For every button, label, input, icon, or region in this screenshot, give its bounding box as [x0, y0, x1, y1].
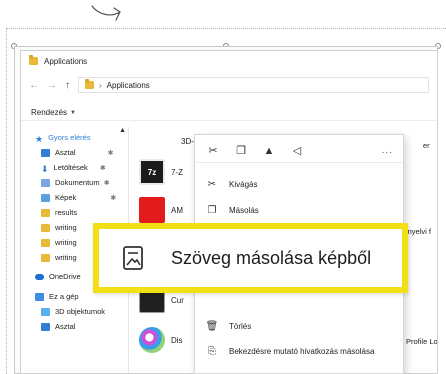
sidebar-item-label: Asztal: [55, 322, 76, 331]
pictures-icon: [41, 193, 50, 202]
list-item[interactable]: 3D-: [181, 137, 194, 146]
trash-icon: 🗑: [205, 320, 219, 332]
scribble-arrow-icon: [91, 5, 121, 21]
menu-item-label: Kivágás: [229, 179, 258, 189]
file-name: AM: [171, 205, 183, 215]
pin-icon[interactable]: ✱: [104, 179, 110, 187]
cube-icon: [41, 307, 50, 316]
desktop-icon: [41, 148, 50, 157]
path-separator-icon: ›: [99, 80, 102, 90]
folder-icon: [41, 253, 50, 262]
sidebar-item-label: 3D objektumok: [55, 307, 106, 316]
file-name-partial: Profile Loa: [406, 337, 438, 346]
folder-icon: [41, 223, 50, 232]
list-item[interactable]: AM: [139, 197, 183, 223]
sidebar-item-3d-objects[interactable]: 3D objektumok: [41, 305, 105, 318]
sidebar-item-quick-access[interactable]: ★ Gyors elérés: [35, 131, 91, 144]
file-name: 3D-: [181, 137, 194, 146]
share-icon[interactable]: ◁: [287, 144, 307, 157]
address-bar: ← → ↑ › Applications: [21, 75, 437, 95]
sidebar-item-label: Ez a gép: [49, 292, 79, 301]
pc-icon: [35, 292, 44, 301]
copy-icon: ❐: [207, 204, 217, 216]
sidebar-item-this-pc[interactable]: Ez a gép: [35, 290, 79, 303]
forward-arrow-icon[interactable]: →: [47, 80, 57, 91]
menu-item-copy[interactable]: ❐ Másolás: [195, 199, 403, 221]
sidebar-item-desktop[interactable]: Asztal ✱: [41, 146, 113, 159]
pin-icon[interactable]: ✱: [100, 164, 106, 172]
context-quick-actions: ✂ ❐ ▲ ◁ ...: [195, 139, 403, 163]
copy-icon[interactable]: ❐: [231, 144, 251, 157]
disk-app-icon: [139, 327, 165, 353]
file-name: 7-Z: [171, 167, 183, 177]
callout-label: Szöveg másolása képből: [171, 247, 372, 268]
sidebar-item-label: Gyors elérés: [48, 133, 91, 142]
desktop-icon: [41, 322, 50, 331]
folder-icon: [29, 55, 38, 65]
list-item[interactable]: Dis: [139, 327, 183, 353]
path-box[interactable]: › Applications: [78, 77, 429, 93]
breadcrumb-applications[interactable]: Applications: [107, 81, 150, 90]
ribbon: Rendezés ▼: [21, 105, 437, 121]
folder-icon: [41, 238, 50, 247]
sort-menu-button[interactable]: Rendezés: [31, 108, 67, 117]
more-options-icon[interactable]: ...: [382, 145, 393, 156]
folder-icon: [85, 79, 94, 89]
rename-icon[interactable]: ▲: [259, 145, 279, 157]
archive-app-icon: 7z: [139, 159, 165, 185]
menu-item-copy-link[interactable]: ⎘ Bekezdésre mutató hivatkozás másolása: [195, 340, 403, 362]
scissors-icon: ✂: [207, 178, 217, 190]
pin-icon[interactable]: ✱: [110, 194, 116, 202]
sidebar-item-label: writing: [55, 238, 77, 247]
cloud-icon: [35, 273, 44, 280]
image-text-icon: [113, 245, 153, 271]
sidebar-item-label: Letöltések: [53, 163, 88, 172]
menu-item-cut[interactable]: ✂ Kivágás: [195, 173, 403, 195]
window-title: Applications: [44, 56, 88, 66]
sidebar-item-label: OneDrive: [49, 272, 81, 281]
document-icon: [41, 178, 50, 187]
sidebar-item-writing[interactable]: writing: [41, 221, 77, 234]
sidebar-item-downloads[interactable]: ⬇ Letöltések ✱: [41, 161, 106, 174]
sidebar-item-writing[interactable]: writing: [41, 251, 77, 264]
file-name: Dis: [171, 335, 183, 345]
sidebar-item-label: writing: [55, 223, 77, 232]
pin-icon[interactable]: ✱: [108, 149, 114, 157]
copy-text-from-image-button[interactable]: Szöveg másolása képből: [93, 223, 408, 293]
link-icon: ⎘: [208, 345, 216, 357]
menu-item-delete[interactable]: 🗑 Törlés: [195, 315, 403, 337]
list-item[interactable]: 7z 7-Z: [139, 159, 183, 185]
sidebar-item-label: results: [55, 208, 78, 217]
sidebar-item-documents[interactable]: Dokumentum ✱: [41, 176, 110, 189]
menu-item-label: Bekezdésre mutató hivatkozás másolása: [229, 346, 375, 356]
amd-app-icon: [139, 197, 165, 223]
folder-icon: [41, 208, 50, 217]
up-arrow-icon[interactable]: ↑: [65, 80, 70, 91]
chevron-down-icon[interactable]: ▼: [70, 110, 76, 116]
sidebar-item-label: Asztal: [55, 148, 76, 157]
title-bar: Applications: [21, 51, 437, 71]
menu-item-label: Törlés: [229, 321, 252, 331]
download-icon: ⬇: [41, 163, 49, 174]
sidebar-item-results[interactable]: results: [41, 206, 77, 219]
file-name-partial: er: [423, 141, 430, 150]
menu-item-label: Másolás: [229, 205, 259, 215]
sidebar-item-pictures[interactable]: Képek ✱: [41, 191, 116, 204]
file-name: Cur: [171, 295, 184, 305]
cut-icon[interactable]: ✂: [203, 144, 223, 157]
sidebar-item-label: writing: [55, 253, 77, 262]
sidebar-item-label: Képek: [55, 193, 77, 202]
sidebar-item-label: Dokumentum: [55, 178, 100, 187]
back-arrow-icon[interactable]: ←: [29, 80, 39, 91]
sidebar-item-desktop-2[interactable]: Asztal: [41, 320, 75, 333]
sidebar-item-onedrive[interactable]: OneDrive: [35, 270, 81, 283]
scroll-up-icon[interactable]: ▲: [119, 127, 126, 134]
star-icon: ★: [35, 133, 44, 144]
sidebar-item-writing[interactable]: writing: [41, 236, 77, 249]
